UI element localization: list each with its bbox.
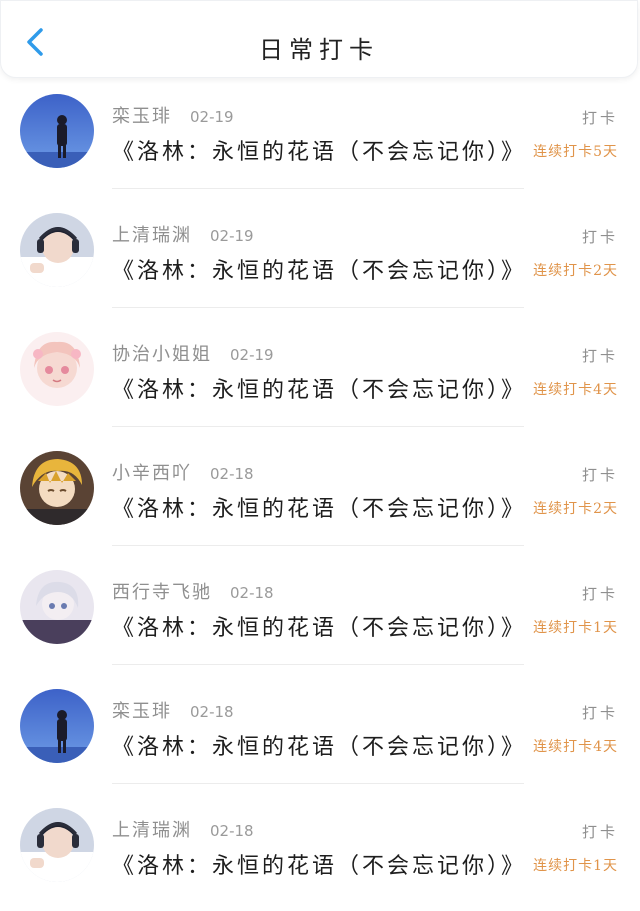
username[interactable]: 协治小姐姐: [112, 340, 212, 366]
streak-badge: 连续打卡2天: [533, 501, 618, 517]
book-title[interactable]: 《洛林：永恒的花语（不会忘记你）》: [112, 729, 526, 761]
avatar[interactable]: [20, 332, 94, 406]
username[interactable]: 小辛西吖: [112, 459, 192, 485]
list-item: 西行寺飞驰 02-18 打卡 《洛林：永恒的花语（不会忘记你）》 连续打卡1天: [0, 560, 640, 679]
checkin-label: 打卡: [581, 109, 618, 127]
list-item: 协治小姐姐 02-19 打卡 《洛林：永恒的花语（不会忘记你）》 连续打卡4天: [0, 322, 640, 441]
divider: [112, 664, 524, 665]
book-title[interactable]: 《洛林：永恒的花语（不会忘记你）》: [112, 134, 526, 166]
avatar[interactable]: [20, 94, 94, 168]
pink-anime-girl-avatar: [20, 332, 94, 406]
checkin-date: 02-18: [190, 703, 234, 721]
divider: [112, 426, 524, 427]
checkin-label: 打卡: [581, 347, 618, 365]
entry-meta: 西行寺飞驰 02-18: [112, 578, 274, 604]
username[interactable]: 栾玉琲: [112, 697, 172, 723]
book-title[interactable]: 《洛林：永恒的花语（不会忘记你）》: [112, 491, 526, 523]
avatar[interactable]: [20, 808, 94, 882]
checkin-date: 02-19: [190, 108, 234, 126]
book-title[interactable]: 《洛林：永恒的花语（不会忘记你）》: [112, 372, 526, 404]
entry-meta: 小辛西吖 02-18: [112, 459, 254, 485]
list-item: 小辛西吖 02-18 打卡 《洛林：永恒的花语（不会忘记你）》 连续打卡2天: [0, 441, 640, 560]
checkin-label: 打卡: [581, 466, 618, 484]
divider: [112, 783, 524, 784]
streak-badge: 连续打卡4天: [533, 739, 618, 755]
checkin-date: 02-19: [210, 227, 254, 245]
list-item: 上清瑞渊 02-19 打卡 《洛林：永恒的花语（不会忘记你）》 连续打卡2天: [0, 203, 640, 322]
book-title[interactable]: 《洛林：永恒的花语（不会忘记你）》: [112, 253, 526, 285]
entry-meta: 协治小姐姐 02-19: [112, 340, 274, 366]
avatar[interactable]: [20, 451, 94, 525]
checkin-date: 02-19: [230, 346, 274, 364]
streak-badge: 连续打卡1天: [533, 620, 618, 636]
blue-sky-silhouette-avatar: [20, 689, 94, 763]
checkin-label: 打卡: [581, 228, 618, 246]
avatar[interactable]: [20, 689, 94, 763]
streak-badge: 连续打卡1天: [533, 858, 618, 874]
checkin-date: 02-18: [230, 584, 274, 602]
blonde-anime-boy-avatar: [20, 451, 94, 525]
checkin-label: 打卡: [581, 823, 618, 841]
checkin-list: 栾玉琲 02-19 打卡 《洛林：永恒的花语（不会忘记你）》 连续打卡5天 上清…: [0, 84, 640, 911]
checkin-date: 02-18: [210, 465, 254, 483]
divider: [112, 545, 524, 546]
top-bar: 日常打卡: [0, 0, 638, 78]
streak-badge: 连续打卡2天: [533, 263, 618, 279]
checkin-label: 打卡: [581, 585, 618, 603]
entry-meta: 上清瑞渊 02-19: [112, 221, 254, 247]
page-title: 日常打卡: [259, 36, 379, 64]
streak-badge: 连续打卡4天: [533, 382, 618, 398]
username[interactable]: 上清瑞渊: [112, 221, 192, 247]
book-title[interactable]: 《洛林：永恒的花语（不会忘记你）》: [112, 848, 526, 880]
list-item: 栾玉琲 02-18 打卡 《洛林：永恒的花语（不会忘记你）》 连续打卡4天: [0, 679, 640, 798]
checkin-label: 打卡: [581, 704, 618, 722]
headphone-boy-avatar: [20, 808, 94, 882]
headphone-boy-avatar: [20, 213, 94, 287]
username[interactable]: 栾玉琲: [112, 102, 172, 128]
entry-meta: 上清瑞渊 02-18: [112, 816, 254, 842]
blue-sky-silhouette-avatar: [20, 94, 94, 168]
avatar[interactable]: [20, 213, 94, 287]
divider: [112, 188, 524, 189]
entry-meta: 栾玉琲 02-18: [112, 697, 234, 723]
avatar[interactable]: [20, 570, 94, 644]
book-title[interactable]: 《洛林：永恒的花语（不会忘记你）》: [112, 610, 526, 642]
divider: [112, 307, 524, 308]
list-item: 上清瑞渊 02-18 打卡 《洛林：永恒的花语（不会忘记你）》 连续打卡1天: [0, 798, 640, 911]
entry-meta: 栾玉琲 02-19: [112, 102, 234, 128]
username[interactable]: 西行寺飞驰: [112, 578, 212, 604]
list-item: 栾玉琲 02-19 打卡 《洛林：永恒的花语（不会忘记你）》 连续打卡5天: [0, 84, 640, 203]
white-hair-anime-avatar: [20, 570, 94, 644]
streak-badge: 连续打卡5天: [533, 144, 618, 160]
checkin-screen: 日常打卡 栾玉琲 02-19 打卡 《洛林：永恒的花语（不会忘记你）》 连续打卡…: [0, 0, 640, 911]
username[interactable]: 上清瑞渊: [112, 816, 192, 842]
checkin-date: 02-18: [210, 822, 254, 840]
